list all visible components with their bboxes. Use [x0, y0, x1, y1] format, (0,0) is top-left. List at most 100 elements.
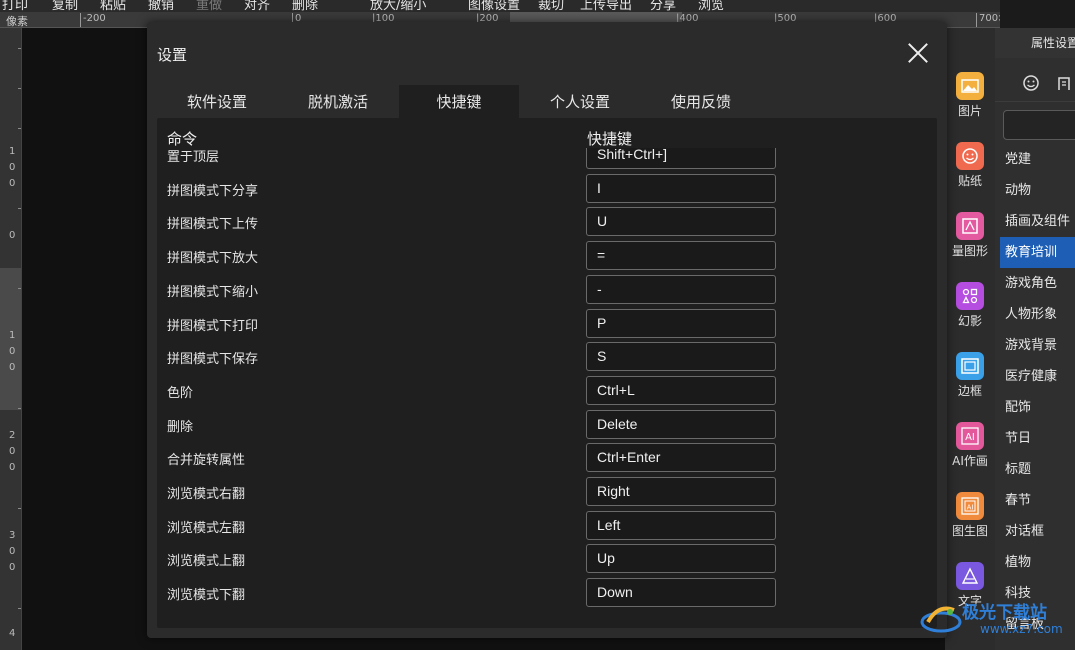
emoji-icon[interactable]: [1022, 74, 1040, 92]
menu-image-settings[interactable]: 图像设置: [468, 0, 520, 12]
tab-feedback[interactable]: 使用反馈: [641, 85, 761, 119]
properties-title: 属性设置: [1031, 36, 1075, 50]
tab-personal-settings[interactable]: 个人设置: [519, 85, 641, 119]
category-item[interactable]: 植物: [995, 547, 1075, 578]
tab-software-settings[interactable]: 软件设置: [157, 85, 277, 119]
properties-header: 属性设置: [995, 28, 1075, 58]
tab-shortcuts[interactable]: 快捷键: [399, 85, 519, 119]
category-item[interactable]: 动物: [995, 175, 1075, 206]
vruler-tick: 0: [9, 446, 16, 457]
tool-phantom[interactable]: 幻影: [945, 282, 995, 329]
shortcut-input[interactable]: S: [586, 342, 776, 372]
vruler-tick: 1: [9, 146, 16, 157]
menu-share[interactable]: 分享: [650, 0, 676, 12]
shortcut-input[interactable]: Delete: [586, 409, 776, 439]
image-icon: [956, 72, 984, 100]
category-search-input[interactable]: [1003, 110, 1075, 140]
menu-undo[interactable]: 撤销: [148, 0, 174, 12]
watermark-title: 极光下载站: [962, 603, 1047, 623]
shortcut-input[interactable]: Shift+Ctrl+]: [586, 148, 776, 169]
shortcut-input[interactable]: Ctrl+Enter: [586, 443, 776, 473]
shortcut-row: 色阶 Ctrl+L: [157, 374, 937, 408]
command-label: 浏览模式左翻: [167, 520, 246, 536]
vruler-tick: 0: [9, 178, 16, 189]
shortcut-input[interactable]: Ctrl+L: [586, 375, 776, 405]
command-label: 拼图模式下分享: [167, 183, 259, 199]
vruler-tick: 4: [9, 628, 16, 639]
menu-crop[interactable]: 裁切: [538, 0, 564, 12]
menu-print[interactable]: 打印: [2, 0, 28, 12]
vruler-tick: 0: [9, 362, 16, 373]
command-label: 拼图模式下缩小: [167, 284, 259, 300]
command-label: 合并旋转属性: [167, 453, 246, 469]
shortcut-input[interactable]: I: [586, 173, 776, 203]
category-item[interactable]: 游戏角色: [995, 268, 1075, 299]
command-label: 浏览模式上翻: [167, 554, 246, 570]
tool-image[interactable]: 图片: [945, 72, 995, 119]
menu-redo[interactable]: 重做: [196, 0, 222, 12]
shortcut-input[interactable]: Up: [586, 544, 776, 574]
tool-shape[interactable]: 量图形: [945, 212, 995, 259]
category-item[interactable]: 医疗健康: [995, 361, 1075, 392]
shortcut-row: 浏览模式下翻 Down: [157, 576, 937, 610]
shortcut-input[interactable]: -: [586, 274, 776, 304]
watermark: 极光下载站 www.xz7.com: [918, 598, 1075, 650]
category-item[interactable]: 人物形象: [995, 299, 1075, 330]
menu-zoom[interactable]: 放大/缩小: [370, 0, 426, 12]
vertical-ruler: 1 0 0 0 1 0 0 2 0 0 3 0 0 4: [0, 28, 22, 650]
vruler-tick: 0: [9, 162, 16, 173]
tool-label: 边框: [957, 384, 982, 398]
image-to-image-icon: AI: [956, 492, 984, 520]
tool-label: 量图形: [951, 244, 988, 258]
category-item[interactable]: 春节: [995, 485, 1075, 516]
dialog-title: 设置: [157, 46, 188, 64]
svg-text:AI: AI: [967, 504, 974, 512]
shortcut-input[interactable]: U: [586, 207, 776, 237]
watermark-logo-icon: [920, 606, 962, 633]
shell-icon[interactable]: [1057, 74, 1071, 92]
category-item[interactable]: 节日: [995, 423, 1075, 454]
tool-sticker[interactable]: 贴纸: [945, 142, 995, 189]
properties-icon-row: [995, 64, 1075, 102]
menu-paste[interactable]: 粘贴: [100, 0, 126, 12]
vruler-tick: 1: [9, 330, 16, 341]
menu-browse[interactable]: 浏览: [698, 0, 724, 12]
tool-frame[interactable]: 边框: [945, 352, 995, 399]
command-label: 色阶: [167, 385, 194, 401]
shortcut-row: 拼图模式下上传 U: [157, 205, 937, 239]
category-item[interactable]: 插画及组件: [995, 206, 1075, 237]
menu-delete[interactable]: 删除: [292, 0, 318, 12]
tool-label: 贴纸: [957, 174, 982, 188]
category-item[interactable]: 标题: [995, 454, 1075, 485]
menu-upload-export[interactable]: 上传导出: [580, 0, 632, 12]
menu-copy[interactable]: 复制: [52, 0, 78, 12]
shortcut-row: 浏览模式上翻 Up: [157, 542, 937, 576]
ruler-unit: 像素: [6, 15, 28, 28]
ruler-tick: 700: [976, 13, 998, 27]
category-item[interactable]: 党建: [995, 144, 1075, 175]
column-header-shortcut: 快捷键: [587, 130, 633, 148]
shortcut-input[interactable]: Left: [586, 510, 776, 540]
menu-align[interactable]: 对齐: [244, 0, 270, 12]
text-icon: [956, 562, 984, 590]
ruler-more-button[interactable]: >>: [998, 13, 1000, 24]
tool-ai-paint[interactable]: AI AI作画: [945, 422, 995, 469]
svg-text:AI: AI: [965, 432, 975, 443]
shortcut-input[interactable]: Down: [586, 578, 776, 608]
category-item[interactable]: 配饰: [995, 392, 1075, 423]
shortcut-list[interactable]: 置于顶层 Shift+Ctrl+] 拼图模式下分享 I 拼图模式下上传 U 拼图…: [157, 148, 937, 628]
shortcut-input[interactable]: Right: [586, 477, 776, 506]
tab-offline-activation[interactable]: 脱机激活: [277, 85, 399, 119]
category-item[interactable]: 对话框: [995, 516, 1075, 547]
tool-image-to-image[interactable]: AI 图生图: [945, 492, 995, 539]
shortcut-input[interactable]: =: [586, 241, 776, 271]
category-item[interactable]: 游戏背景: [995, 330, 1075, 361]
right-tool-strip: 图片 贴纸 量图形 幻影 边框 AI AI作画 AI 图生图 文字: [945, 28, 995, 650]
category-item-active[interactable]: 教育培训: [1000, 237, 1075, 268]
shortcut-row: 拼图模式下放大 =: [157, 239, 937, 273]
ai-paint-icon: AI: [956, 422, 984, 450]
shortcut-row: 拼图模式下保存 S: [157, 340, 937, 374]
close-icon[interactable]: [905, 40, 931, 66]
tool-label: 图片: [957, 104, 982, 118]
shortcut-input[interactable]: P: [586, 308, 776, 338]
